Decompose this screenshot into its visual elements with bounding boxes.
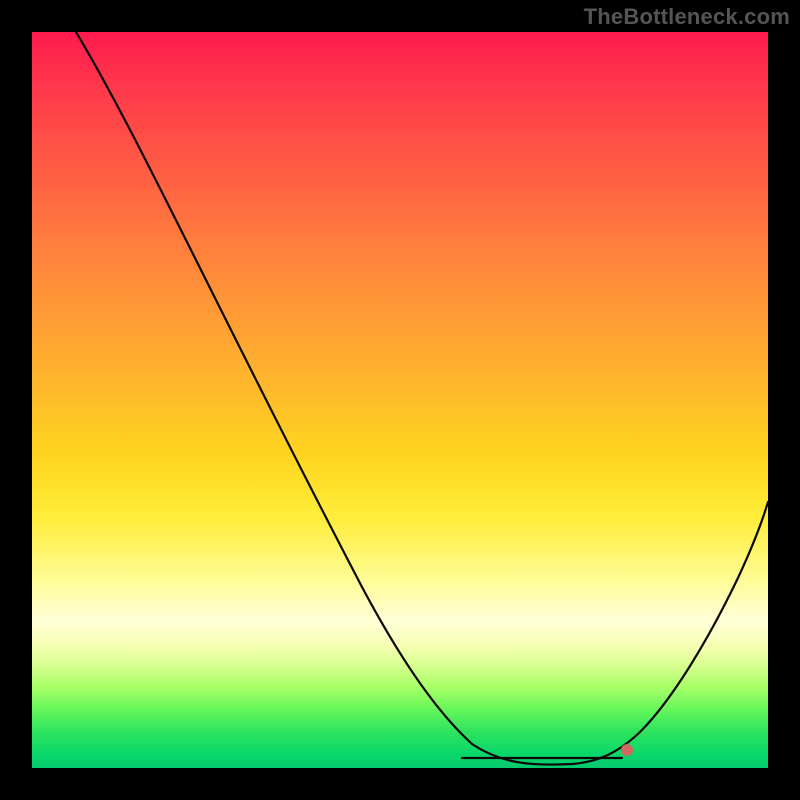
band-end-dot: [621, 744, 633, 756]
bottleneck-curve: [76, 32, 768, 765]
watermark-label: TheBottleneck.com: [584, 4, 790, 30]
plot-area: [32, 32, 768, 768]
curve-layer: [32, 32, 768, 768]
chart-frame: TheBottleneck.com: [0, 0, 800, 800]
